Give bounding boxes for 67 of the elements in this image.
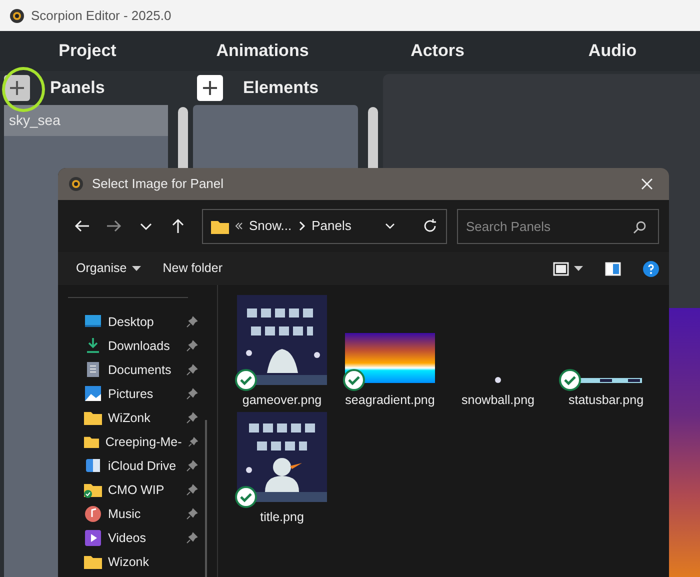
help-icon	[643, 260, 659, 276]
address-bar[interactable]: Snow... Panels	[202, 208, 447, 244]
tab[interactable]: Animations	[175, 37, 350, 65]
plus-icon	[202, 80, 218, 96]
dialog-title: Select Image for Panel	[92, 175, 224, 194]
tab[interactable]: Actors	[350, 37, 525, 65]
file-name: statusbar.png	[568, 392, 644, 409]
folder-icon	[211, 218, 229, 234]
preview-pane-button[interactable]	[605, 262, 621, 276]
chevron-right-icon	[298, 221, 306, 231]
nav-item[interactable]: Pictures	[68, 382, 198, 406]
picture-icon	[84, 385, 102, 403]
add-element-button[interactable]	[197, 75, 223, 101]
folder-icon	[84, 553, 102, 571]
nav-item[interactable]: Wizonk	[68, 550, 198, 574]
back-arrow-icon	[74, 218, 90, 234]
file-item[interactable]: statusbar.png	[552, 295, 660, 412]
file-name: gameover.png	[242, 392, 322, 409]
command-button[interactable]: New folder	[162, 259, 222, 278]
view-button[interactable]	[553, 262, 583, 276]
add-panel-button[interactable]	[4, 75, 30, 101]
breadcrumb-item[interactable]: Snow...	[249, 216, 292, 236]
caret-down-icon	[574, 266, 583, 272]
plus-icon	[9, 80, 25, 96]
preview-pane-icon	[605, 262, 621, 276]
elements-heading: Elements	[243, 77, 319, 100]
panels-heading: Panels	[50, 77, 105, 100]
nav-item[interactable]: Desktop	[68, 310, 198, 334]
scrollbar[interactable]	[205, 420, 207, 577]
nav-item[interactable]: Videos	[68, 526, 198, 550]
file-name: seagradient.png	[345, 392, 435, 409]
nav-item[interactable]: WiZonk	[68, 406, 198, 430]
nav-item[interactable]: iCloud Drive	[68, 454, 198, 478]
double-chevron-icon	[235, 222, 243, 230]
file-name: snowball.png	[462, 392, 534, 409]
tab[interactable]: Audio	[525, 37, 700, 65]
synced-folder-icon	[84, 481, 102, 499]
search-icon	[633, 220, 647, 234]
file-item[interactable]: title.png	[228, 412, 336, 529]
file-item[interactable]: gameover.png	[228, 295, 336, 412]
breadcrumb-item[interactable]: Panels	[312, 216, 352, 236]
window-title: Scorpion Editor - 2025.0	[31, 6, 172, 25]
folder-icon	[84, 409, 102, 427]
help-button[interactable]	[643, 260, 659, 276]
video-icon	[84, 529, 102, 547]
download-icon	[84, 337, 102, 355]
up-arrow-icon	[170, 218, 186, 234]
nav-item[interactable]: Creeping-Me-	[68, 430, 198, 454]
nav-item[interactable]: Music	[68, 502, 198, 526]
dot-thumbnail	[495, 377, 501, 383]
command-button[interactable]: Organise	[76, 259, 141, 278]
file-name: title.png	[260, 509, 304, 526]
document-icon	[84, 361, 102, 379]
view-icon	[553, 262, 569, 276]
forward-arrow-icon	[106, 218, 122, 234]
file-item[interactable]: seagradient.png	[336, 295, 444, 412]
nav-item[interactable]: Downloads	[68, 334, 198, 358]
search-field[interactable]: Search Panels	[457, 208, 659, 244]
file-item[interactable]: snowball.png	[444, 295, 552, 412]
tab[interactable]: Project	[0, 37, 175, 65]
close-icon	[641, 178, 653, 190]
music-icon	[84, 505, 102, 523]
highlight-ring	[2, 67, 45, 112]
nav-item[interactable]: CMO WIP	[68, 478, 198, 502]
nav-item[interactable]: Documents	[68, 358, 198, 382]
refresh-icon[interactable]	[422, 218, 438, 234]
cloud-drive-icon	[84, 457, 102, 475]
